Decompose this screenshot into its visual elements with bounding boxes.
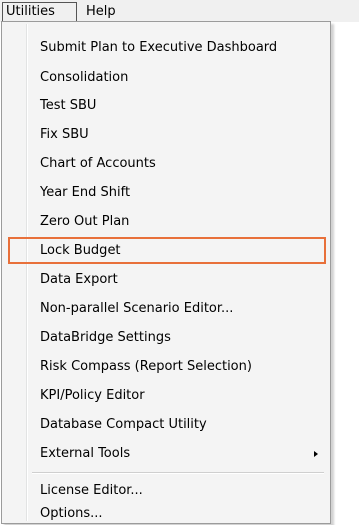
menu-bar: Utilities Help (0, 0, 359, 22)
menu-item-label: Year End Shift (40, 185, 131, 200)
menu-item-label: Zero Out Plan (40, 214, 130, 229)
menu-item-label: Chart of Accounts (40, 156, 156, 171)
menu-help[interactable]: Help (83, 2, 129, 21)
menu-item-kpi-policy-editor[interactable]: KPI/Policy Editor (4, 382, 328, 409)
menu-item-label: Consolidation (40, 70, 129, 85)
menu-item-chart-of-accounts[interactable]: Chart of Accounts (4, 150, 328, 177)
menu-item-label: Options... (40, 506, 103, 521)
menu-item-risk-compass[interactable]: Risk Compass (Report Selection) (4, 353, 328, 380)
menu-item-lock-budget[interactable]: Lock Budget (8, 237, 326, 264)
menu-item-label: Database Compact Utility (40, 417, 207, 432)
menu-item-label: Non-parallel Scenario Editor... (40, 301, 234, 316)
menu-item-non-parallel-scenario-editor[interactable]: Non-parallel Scenario Editor... (4, 295, 328, 322)
menu-item-label: DataBridge Settings (40, 330, 171, 345)
menu-item-external-tools[interactable]: External Tools (4, 440, 328, 467)
menu-item-fix-sbu[interactable]: Fix SBU (4, 121, 328, 148)
menu-separator (32, 472, 324, 474)
menu-item-test-sbu[interactable]: Test SBU (4, 92, 328, 119)
menu-item-consolidation[interactable]: Consolidation (4, 64, 328, 91)
menu-item-database-compact-utility[interactable]: Database Compact Utility (4, 411, 328, 438)
menu-item-zero-out-plan[interactable]: Zero Out Plan (4, 208, 328, 235)
menu-item-label: Risk Compass (Report Selection) (40, 359, 252, 374)
menu-item-label: Fix SBU (40, 127, 89, 142)
menu-item-label: Data Export (40, 272, 118, 287)
menu-item-label: Submit Plan to Executive Dashboard (40, 40, 278, 55)
menu-item-databridge-settings[interactable]: DataBridge Settings (4, 324, 328, 351)
menu-item-label: External Tools (40, 446, 131, 461)
submenu-arrow-icon (314, 451, 318, 457)
menu-item-label: Lock Budget (40, 243, 121, 258)
menu-item-label: Test SBU (40, 98, 97, 113)
menu-item-label: KPI/Policy Editor (40, 388, 145, 403)
menu-item-data-export[interactable]: Data Export (4, 266, 328, 293)
menu-item-options[interactable]: Options... (4, 500, 328, 525)
utilities-dropdown-menu: Submit Plan to Executive Dashboard Conso… (1, 21, 331, 524)
menu-item-submit-plan[interactable]: Submit Plan to Executive Dashboard (4, 34, 328, 61)
menu-item-year-end-shift[interactable]: Year End Shift (4, 179, 328, 206)
menu-utilities[interactable]: Utilities (2, 2, 77, 21)
